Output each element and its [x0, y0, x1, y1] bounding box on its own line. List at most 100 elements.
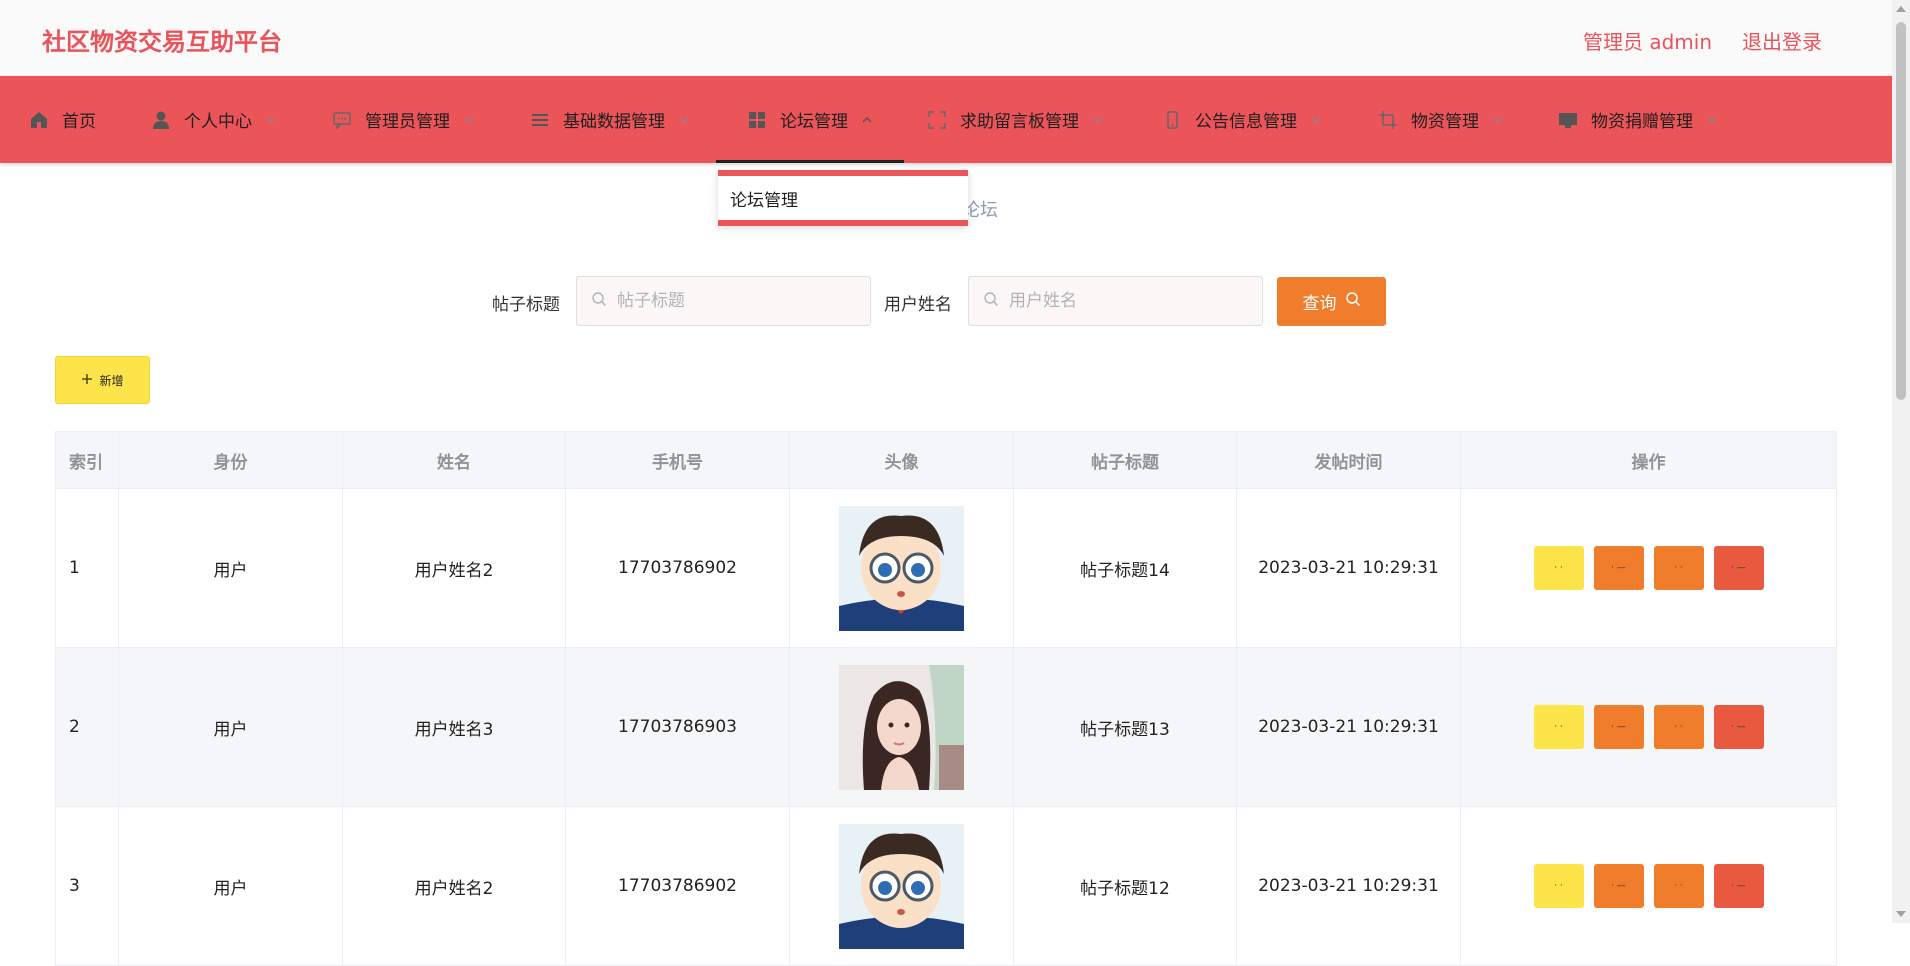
detail-button[interactable]: · · [1653, 546, 1704, 590]
col-header: 手机号 [565, 431, 790, 489]
cell-role: 用户 [118, 806, 343, 966]
add-label: 新增 [99, 373, 124, 388]
nav-item-forum[interactable]: 论坛管理 [716, 76, 904, 163]
scroll-down-icon[interactable] [1896, 911, 1906, 917]
avatar[interactable] [839, 664, 964, 790]
cell-actions: · · · — · · · — [1460, 647, 1837, 807]
admin-user-link[interactable]: 管理员 admin [1583, 26, 1712, 55]
cell-role: 用户 [118, 488, 343, 648]
cell-time: 2023-03-21 10:29:31 [1236, 806, 1461, 966]
query-button[interactable]: 查询 [1277, 277, 1386, 326]
plus-icon [81, 373, 93, 388]
grid-icon [746, 109, 768, 131]
cell-title: 帖子标题14 [1013, 488, 1237, 648]
cell-name: 用户姓名3 [342, 647, 566, 807]
nav-item-admin[interactable]: 管理员管理 [331, 76, 476, 163]
home-icon [28, 109, 50, 131]
nav-label: 物资管理 [1411, 112, 1479, 132]
nav-label: 物资捐赠管理 [1591, 112, 1693, 132]
edit-button[interactable]: · — [1593, 546, 1644, 590]
main-nav: 首页 个人中心 管理员管理 基础数据管理 论坛管理 求助留言板管理 公告信息管理… [0, 76, 1892, 163]
header-user-area: 管理员 admin 退出登录 [1583, 26, 1822, 55]
nav-label: 求助留言板管理 [960, 112, 1079, 132]
cell-time: 2023-03-21 10:29:31 [1236, 647, 1461, 807]
cell-index: 3 [55, 806, 119, 966]
chevron-down-icon [1491, 113, 1505, 127]
monitor-icon [1557, 109, 1579, 131]
cell-phone: 17703786902 [565, 806, 790, 966]
cell-index: 1 [55, 488, 119, 648]
nav-label: 个人中心 [184, 112, 252, 132]
phone-icon [1161, 109, 1183, 131]
post-title-input[interactable] [617, 291, 857, 311]
scrollbar-thumb[interactable] [1896, 22, 1906, 400]
edit-button[interactable]: · — [1593, 705, 1644, 749]
cell-time: 2023-03-21 10:29:31 [1236, 488, 1461, 648]
user-name-input[interactable] [1009, 291, 1249, 311]
view-button[interactable]: · · [1533, 546, 1584, 590]
chevron-down-icon [1091, 113, 1105, 127]
table-row: 2 用户 用户姓名3 17703786903 帖子标题13 2023-03-21… [55, 647, 1837, 807]
nav-item-personal[interactable]: 个人中心 [150, 76, 278, 163]
chevron-down-icon [677, 113, 691, 127]
detail-button[interactable]: · · [1653, 864, 1704, 908]
col-header: 操作 [1460, 431, 1837, 489]
avatar[interactable] [839, 505, 964, 631]
fullscreen-icon [926, 109, 948, 131]
logout-link[interactable]: 退出登录 [1742, 26, 1822, 55]
brand-title: 社区物资交易互助平台 [42, 28, 282, 56]
nav-item-announcement[interactable]: 公告信息管理 [1161, 76, 1323, 163]
vertical-scrollbar[interactable] [1892, 0, 1910, 923]
delete-button[interactable]: · — [1713, 546, 1764, 590]
forum-dropdown-item[interactable]: 论坛管理 [718, 170, 968, 226]
chevron-up-icon [860, 113, 874, 127]
edit-button[interactable]: · — [1593, 864, 1644, 908]
crop-icon [1377, 109, 1399, 131]
query-label: 查询 [1302, 294, 1337, 314]
cell-phone: 17703786903 [565, 647, 790, 807]
add-button[interactable]: 新增 [55, 356, 150, 404]
list-icon [529, 109, 551, 131]
nav-item-donation[interactable]: 物资捐赠管理 [1557, 76, 1719, 163]
chevron-down-icon [1705, 113, 1719, 127]
col-header: 姓名 [342, 431, 566, 489]
col-header: 身份 [118, 431, 343, 489]
cell-avatar [789, 488, 1014, 648]
search-icon [591, 291, 607, 311]
user-icon [150, 109, 172, 131]
cell-avatar [789, 647, 1014, 807]
delete-button[interactable]: · — [1713, 705, 1764, 749]
nav-item-help-board[interactable]: 求助留言板管理 [926, 76, 1105, 163]
user-name-field[interactable] [968, 276, 1263, 326]
col-header: 索引 [55, 431, 119, 489]
table-header-row: 索引 身份 姓名 手机号 头像 帖子标题 发帖时间 操作 [55, 431, 1837, 489]
table-row: 3 用户 用户姓名2 17703786902 帖子标题12 2023-03-21… [55, 806, 1837, 966]
scroll-up-icon[interactable] [1896, 6, 1906, 12]
cell-name: 用户姓名2 [342, 806, 566, 966]
cell-title: 帖子标题12 [1013, 806, 1237, 966]
search-icon [983, 291, 999, 311]
view-button[interactable]: · · [1533, 705, 1584, 749]
cell-role: 用户 [118, 647, 343, 807]
post-title-label: 帖子标题 [492, 295, 560, 315]
nav-item-basic-data[interactable]: 基础数据管理 [529, 76, 691, 163]
cell-phone: 17703786902 [565, 488, 790, 648]
user-name-label: 用户姓名 [884, 295, 952, 315]
nav-item-home[interactable]: 首页 [28, 76, 96, 163]
detail-button[interactable]: · · [1653, 705, 1704, 749]
post-title-field[interactable] [576, 276, 871, 326]
cell-name: 用户姓名2 [342, 488, 566, 648]
avatar[interactable] [839, 823, 964, 949]
delete-button[interactable]: · — [1713, 864, 1764, 908]
view-button[interactable]: · · [1533, 864, 1584, 908]
cell-avatar [789, 806, 1014, 966]
nav-label: 基础数据管理 [563, 112, 665, 132]
nav-label: 首页 [62, 112, 96, 132]
nav-label: 管理员管理 [365, 112, 450, 132]
nav-label: 公告信息管理 [1195, 112, 1297, 132]
nav-item-goods[interactable]: 物资管理 [1377, 76, 1505, 163]
forum-table: 索引 身份 姓名 手机号 头像 帖子标题 发帖时间 操作 1 用户 用户姓名2 … [55, 431, 1837, 966]
col-header: 发帖时间 [1236, 431, 1461, 489]
cell-actions: · · · — · · · — [1460, 806, 1837, 966]
cell-index: 2 [55, 647, 119, 807]
